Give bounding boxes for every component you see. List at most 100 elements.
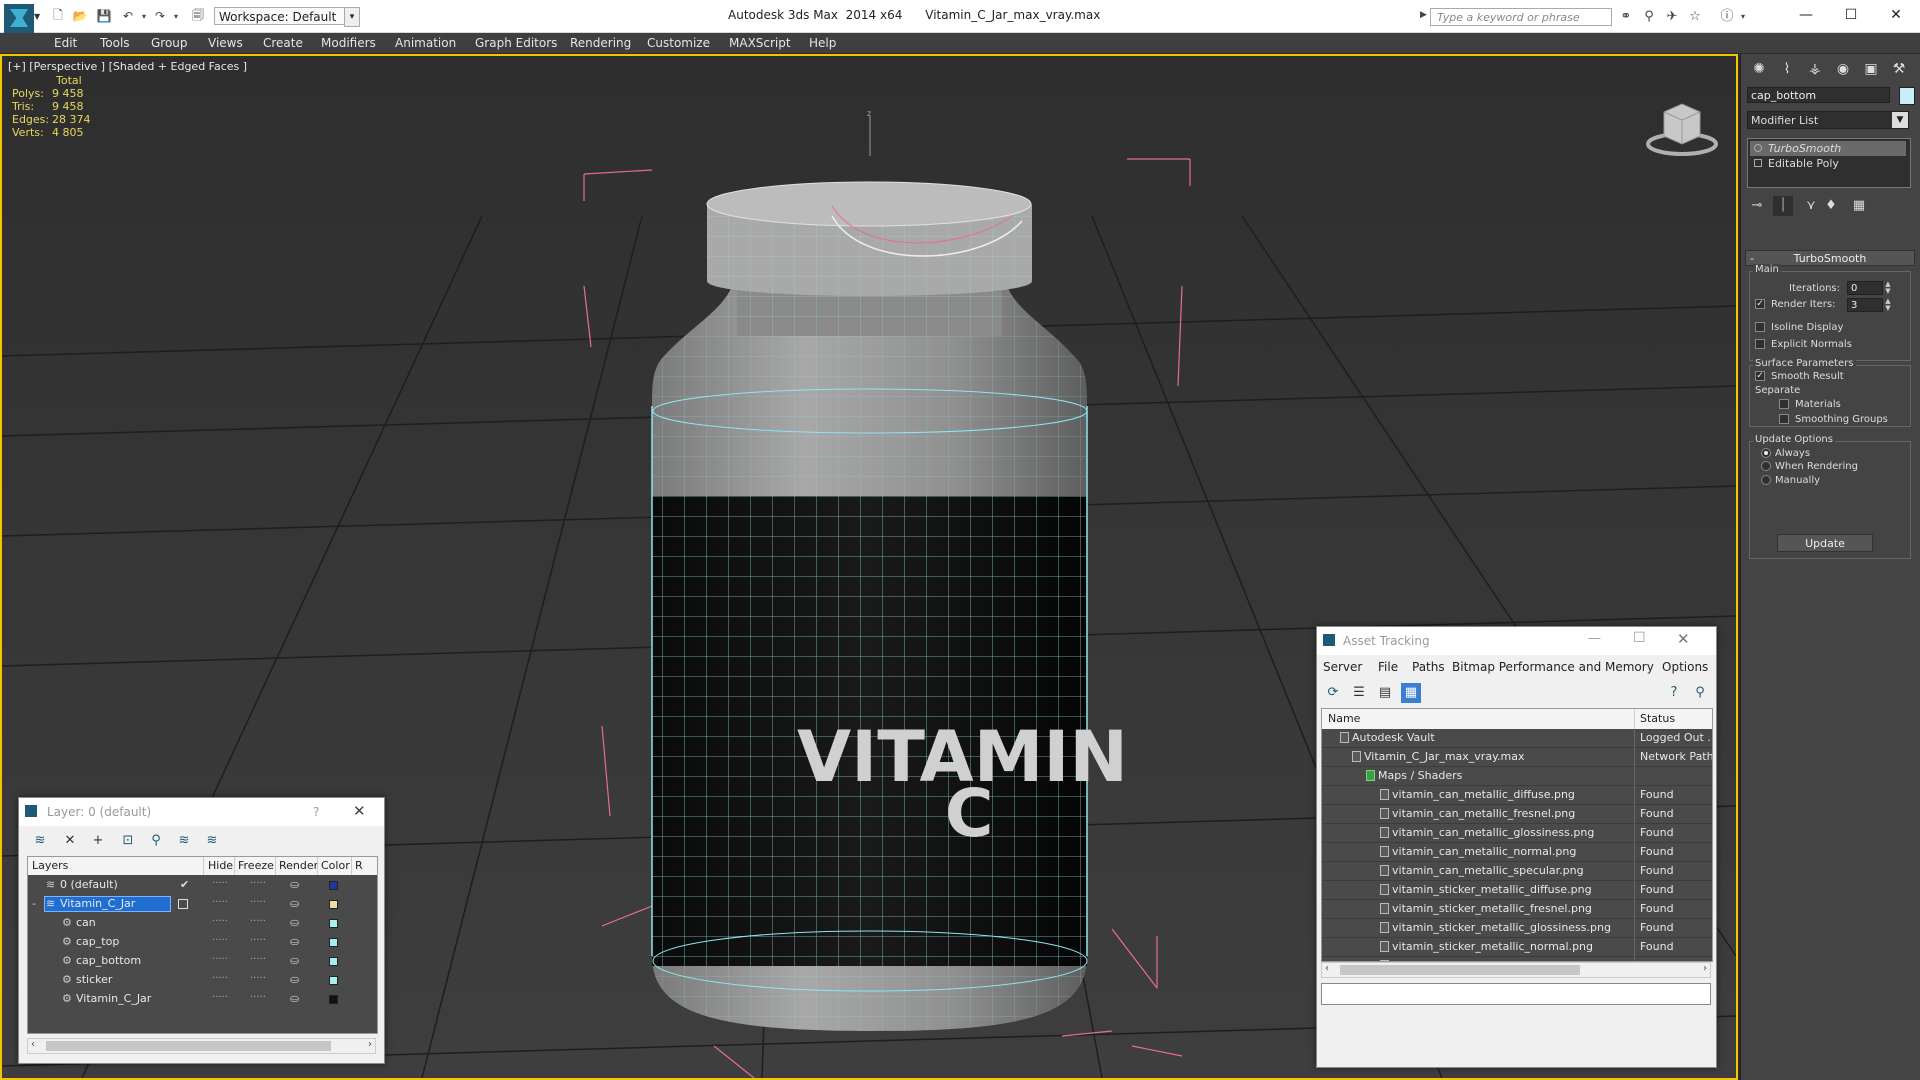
undo-icon[interactable]: ↶ bbox=[120, 8, 136, 24]
layer-color-swatch[interactable] bbox=[329, 881, 338, 890]
layer-color-swatch[interactable] bbox=[329, 919, 338, 928]
project-folder-icon[interactable]: 🗐 bbox=[190, 8, 206, 24]
maximize-button[interactable]: ☐ bbox=[1633, 630, 1646, 646]
highlight-layer-icon[interactable]: ⚲ bbox=[145, 832, 167, 850]
scroll-left-icon[interactable]: ‹ bbox=[31, 1039, 35, 1050]
collapse-minus-icon[interactable]: - bbox=[32, 897, 36, 910]
freeze-all-icon[interactable]: ≋ bbox=[201, 832, 223, 850]
new-file-icon[interactable]: 🗋 bbox=[50, 8, 66, 24]
manually-radio[interactable] bbox=[1761, 475, 1771, 485]
hide-toggle[interactable]: ····· bbox=[212, 973, 228, 984]
layer-row[interactable]: ⚙ sticker ····· ····· ⛀ bbox=[28, 971, 377, 990]
search-input[interactable]: Type a keyword or phrase bbox=[1430, 8, 1612, 26]
smoothing-groups-checkbox[interactable] bbox=[1779, 414, 1789, 424]
hide-toggle[interactable]: ····· bbox=[212, 992, 228, 1003]
expand-plus-icon[interactable] bbox=[1754, 159, 1762, 167]
smooth-result-checkbox[interactable]: ✓ bbox=[1755, 371, 1765, 381]
scroll-thumb[interactable] bbox=[1340, 965, 1580, 975]
help-button[interactable]: ? bbox=[313, 805, 319, 819]
layer-row[interactable]: ⚙ Vitamin_C_Jar ····· ····· ⛀ bbox=[28, 990, 377, 1009]
hide-all-icon[interactable]: ≋ bbox=[173, 832, 195, 850]
asset-row[interactable]: Vitamin_C_Jar_max_vray.max Network Path bbox=[1322, 748, 1712, 767]
freeze-toggle[interactable]: ····· bbox=[250, 935, 266, 946]
asset-row[interactable]: vitamin_can_metallic_diffuse.png Found bbox=[1322, 786, 1712, 805]
create-tab-icon[interactable]: ✺ bbox=[1747, 58, 1771, 80]
make-unique-icon[interactable]: ⋎ bbox=[1801, 196, 1821, 216]
menu-help[interactable]: Help bbox=[809, 35, 836, 51]
open-file-icon[interactable]: 📂 bbox=[72, 8, 88, 24]
menu-graph-editors[interactable]: Graph Editors bbox=[475, 35, 557, 51]
render-teapot-icon[interactable]: ⛀ bbox=[290, 973, 299, 986]
menu-server[interactable]: Server bbox=[1323, 660, 1362, 674]
search-expand-icon[interactable]: ▶ bbox=[1420, 10, 1427, 20]
column-layers[interactable]: Layers bbox=[32, 859, 68, 872]
scroll-right-icon[interactable]: › bbox=[368, 1039, 372, 1050]
minimize-button[interactable]: — bbox=[1588, 631, 1601, 646]
layer-row[interactable]: ≋ 0 (default) ✔ ····· ····· ⛀ bbox=[28, 876, 377, 895]
asset-row[interactable]: vitamin_sticker_metallic_normal.png Found bbox=[1322, 938, 1712, 957]
layer-window-titlebar[interactable]: Layer: 0 (default) ? ✕ bbox=[19, 798, 384, 826]
column-hide[interactable]: Hide bbox=[208, 859, 233, 872]
menu-maxscript[interactable]: MAXScript bbox=[729, 35, 791, 51]
quick-access-dropdown-icon[interactable]: ▾ bbox=[344, 7, 360, 27]
menu-customize[interactable]: Customize bbox=[647, 35, 710, 51]
freeze-toggle[interactable]: ····· bbox=[250, 916, 266, 927]
render-teapot-icon[interactable]: ⛀ bbox=[290, 954, 299, 967]
freeze-toggle[interactable]: ····· bbox=[250, 878, 266, 889]
asset-row[interactable]: vitamin_can_metallic_normal.png Found bbox=[1322, 843, 1712, 862]
freeze-toggle[interactable]: ····· bbox=[250, 992, 266, 1003]
minimize-button[interactable]: — bbox=[1786, 4, 1826, 26]
asset-row[interactable]: Autodesk Vault Logged Out .. bbox=[1322, 729, 1712, 748]
scroll-right-icon[interactable]: › bbox=[1703, 963, 1707, 974]
iterations-input[interactable]: 0 bbox=[1847, 281, 1883, 295]
refresh-icon[interactable]: ⟳ bbox=[1323, 683, 1343, 703]
redo-dropdown-icon[interactable]: ▾ bbox=[168, 8, 184, 24]
light-bulb-icon[interactable] bbox=[1754, 144, 1762, 152]
list-view-icon[interactable]: ☰ bbox=[1349, 683, 1369, 703]
menu-edit[interactable]: Edit bbox=[54, 35, 77, 51]
hierarchy-tab-icon[interactable]: ⚶ bbox=[1803, 58, 1827, 80]
freeze-toggle[interactable]: ····· bbox=[250, 954, 266, 965]
update-button[interactable]: Update bbox=[1777, 534, 1873, 552]
render-iters-input[interactable]: 3 bbox=[1847, 298, 1883, 312]
viewcube-icon[interactable] bbox=[1642, 86, 1722, 166]
isoline-display-checkbox[interactable] bbox=[1755, 322, 1765, 332]
undo-dropdown-icon[interactable]: ▾ bbox=[136, 8, 152, 24]
hide-toggle[interactable]: ····· bbox=[212, 897, 228, 908]
layer-row[interactable]: - ≋ Vitamin_C_Jar ····· ····· ⛀ bbox=[28, 895, 377, 914]
column-r[interactable]: R bbox=[355, 859, 363, 872]
layer-color-swatch[interactable] bbox=[329, 957, 338, 966]
asset-horizontal-scrollbar[interactable]: ‹ › bbox=[1321, 962, 1711, 978]
object-color-swatch[interactable] bbox=[1899, 87, 1915, 105]
render-teapot-icon[interactable]: ⛀ bbox=[290, 992, 299, 1005]
show-end-result-icon[interactable]: ⏐ bbox=[1773, 196, 1793, 216]
hide-toggle[interactable]: ····· bbox=[212, 935, 228, 946]
configure-modifier-sets-icon[interactable]: ▦ bbox=[1849, 196, 1869, 216]
create-layer-icon[interactable]: ≋ bbox=[29, 832, 51, 850]
delete-layer-icon[interactable]: ✕ bbox=[59, 832, 81, 850]
column-render[interactable]: Render bbox=[279, 859, 318, 872]
display-tab-icon[interactable]: ▣ bbox=[1859, 58, 1883, 80]
layer-checkbox[interactable] bbox=[178, 899, 188, 909]
asset-row[interactable]: vitamin_can_metallic_glossiness.png Found bbox=[1322, 824, 1712, 843]
layer-row[interactable]: ⚙ cap_top ····· ····· ⛀ bbox=[28, 933, 377, 952]
communication-center-icon[interactable]: ⚲ bbox=[1640, 9, 1658, 25]
render-teapot-icon[interactable]: ⛀ bbox=[290, 897, 299, 910]
explicit-normals-checkbox[interactable] bbox=[1755, 339, 1765, 349]
favorites-star-icon[interactable]: ☆ bbox=[1686, 9, 1704, 25]
layer-row[interactable]: ⚙ can ····· ····· ⛀ bbox=[28, 914, 377, 933]
column-status[interactable]: Status bbox=[1640, 712, 1675, 725]
render-iters-checkbox[interactable]: ✓ bbox=[1755, 299, 1765, 309]
binoculars-icon[interactable]: ⚭ bbox=[1617, 9, 1635, 25]
asset-path-field[interactable] bbox=[1321, 983, 1711, 1005]
menu-file[interactable]: File bbox=[1378, 660, 1398, 674]
menu-animation[interactable]: Animation bbox=[395, 35, 456, 51]
column-freeze[interactable]: Freeze bbox=[238, 859, 274, 872]
stack-item-editable-poly[interactable]: Editable Poly bbox=[1750, 156, 1906, 171]
freeze-toggle[interactable]: ····· bbox=[250, 973, 266, 984]
render-iters-spinner-icon[interactable]: ▲ ▼ bbox=[1884, 298, 1892, 312]
asset-row[interactable]: Maps / Shaders bbox=[1322, 767, 1712, 786]
layer-horizontal-scrollbar[interactable]: ‹ › bbox=[27, 1038, 376, 1054]
maximize-button[interactable]: ☐ bbox=[1831, 4, 1871, 26]
when-rendering-radio[interactable] bbox=[1761, 461, 1771, 471]
